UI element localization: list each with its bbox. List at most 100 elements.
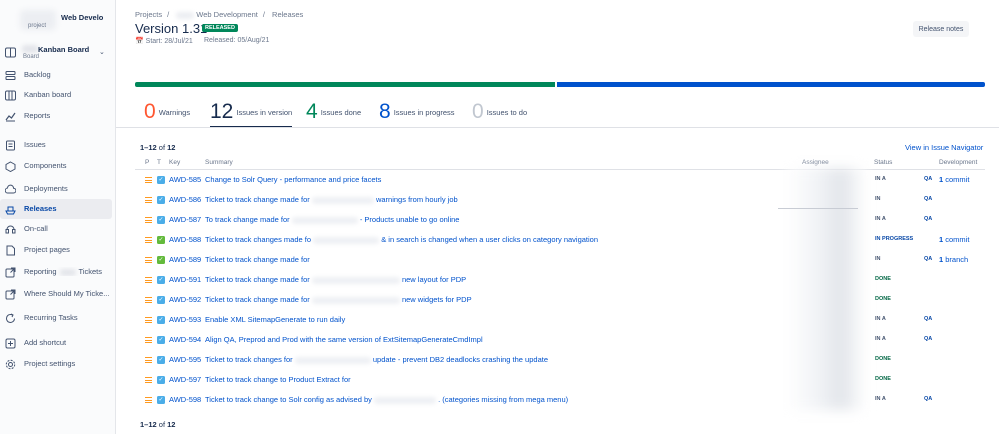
task-type-icon: ✓ bbox=[157, 316, 165, 324]
stat-warnings[interactable]: 0 Warnings bbox=[144, 100, 190, 128]
sidebar-item-label: Project settings bbox=[24, 359, 76, 368]
sidebar-item-label: Reporting Tickets bbox=[24, 267, 103, 276]
sidebar-item-issues[interactable]: Issues bbox=[0, 135, 112, 155]
project-avatar bbox=[176, 11, 195, 19]
issue-status-lozenge: DONE bbox=[875, 296, 891, 302]
issue-key-link[interactable]: AWD-592 bbox=[169, 295, 201, 304]
redacted-text bbox=[311, 296, 400, 304]
column-header-priority: P bbox=[145, 159, 150, 166]
priority-medium-icon bbox=[145, 197, 152, 203]
sidebar-item-where-should[interactable]: Where Should My Ticke... bbox=[0, 284, 112, 304]
release-date: Released: 05/Aug/21 bbox=[204, 37, 270, 44]
development-link[interactable]: 1 commit bbox=[939, 175, 969, 184]
issue-summary-link[interactable]: Change to Solr Query - performance and p… bbox=[205, 175, 381, 184]
task-type-icon: ✓ bbox=[157, 336, 165, 344]
task-type-icon: ✓ bbox=[157, 176, 165, 184]
sidebar-item-label: Recurring Tasks bbox=[24, 313, 78, 322]
sidebar-item-label: Releases bbox=[24, 204, 57, 213]
board-name-redacted bbox=[22, 45, 38, 53]
issue-key-link[interactable]: AWD-593 bbox=[169, 315, 201, 324]
issue-status-lozenge: IN bbox=[875, 256, 881, 262]
project-type: project bbox=[28, 23, 47, 29]
chevron-down-icon[interactable]: ⌄ bbox=[99, 48, 105, 56]
issue-summary-link[interactable]: Ticket to track change made for bbox=[205, 255, 310, 264]
sidebar-item-add-shortcut[interactable]: Add shortcut bbox=[0, 333, 112, 353]
issue-key-link[interactable]: AWD-594 bbox=[169, 335, 201, 344]
ship-icon bbox=[5, 206, 16, 215]
issue-summary-link[interactable]: Ticket to track change made for new widg… bbox=[205, 295, 472, 304]
sidebar-item-reports[interactable]: Reports bbox=[0, 106, 112, 126]
issue-key-link[interactable]: AWD-585 bbox=[169, 175, 201, 184]
sidebar-item-label: Reports bbox=[24, 111, 51, 120]
issue-key-link[interactable]: AWD-587 bbox=[169, 215, 201, 224]
components-icon bbox=[5, 161, 16, 172]
stat-issues-done[interactable]: 4 Issues done bbox=[306, 100, 361, 128]
issue-summary-link[interactable]: Ticket to track change made for new layo… bbox=[205, 275, 466, 284]
qa-label: QA bbox=[924, 396, 933, 402]
issue-summary-link[interactable]: Ticket to track change to Product Extrac… bbox=[205, 375, 351, 384]
stat-issues-to-do[interactable]: 0 Issues to do bbox=[472, 100, 527, 128]
issue-status-lozenge: IN A bbox=[875, 336, 886, 342]
release-page: Projects / Web Development / Releases Vers… bbox=[116, 0, 999, 434]
issues-icon bbox=[6, 140, 15, 151]
issue-summary-link[interactable]: To track change made for - Products unab… bbox=[205, 215, 459, 224]
issue-key-link[interactable]: AWD-597 bbox=[169, 375, 201, 384]
sidebar-item-kanban-board[interactable]: Kanban board bbox=[0, 85, 112, 105]
issue-summary-link[interactable]: Ticket to track change to Solr config as… bbox=[205, 395, 568, 404]
sidebar-item-project-pages[interactable]: Project pages bbox=[0, 240, 112, 260]
issue-key-link[interactable]: AWD-588 bbox=[169, 235, 201, 244]
priority-medium-icon bbox=[145, 357, 152, 363]
issue-summary-link[interactable]: Enable XML SitemapGenerate to run daily bbox=[205, 315, 345, 324]
column-header-type: T bbox=[157, 159, 161, 166]
qa-label: QA bbox=[924, 176, 933, 182]
page-title: Version 1.31 bbox=[135, 21, 208, 36]
project-header[interactable]: Web Develo project bbox=[0, 8, 116, 34]
calendar-icon: 📅 bbox=[135, 38, 146, 45]
story-type-icon: ✓ bbox=[157, 256, 165, 264]
issue-summary-link[interactable]: Ticket to track changes made fo & in sea… bbox=[205, 235, 598, 244]
sidebar-item-deployments[interactable]: Deployments bbox=[0, 179, 112, 199]
issue-summary-link[interactable]: Align QA, Preprod and Prod with the same… bbox=[205, 335, 483, 344]
task-type-icon: ✓ bbox=[157, 396, 165, 404]
gear-icon bbox=[5, 359, 16, 370]
stat-issues-in-progress[interactable]: 8 Issues in progress bbox=[379, 100, 455, 128]
issue-summary-link[interactable]: Ticket to track change made for warnings… bbox=[205, 195, 458, 204]
sidebar-item-label: On-call bbox=[24, 224, 48, 233]
release-notes-button[interactable]: Release notes bbox=[913, 21, 969, 37]
issue-key-link[interactable]: AWD-589 bbox=[169, 255, 201, 264]
task-type-icon: ✓ bbox=[157, 276, 165, 284]
sidebar-item-on-call[interactable]: On-call bbox=[0, 219, 112, 239]
priority-medium-icon bbox=[145, 337, 152, 343]
task-type-icon: ✓ bbox=[157, 296, 165, 304]
page-icon bbox=[6, 245, 15, 256]
recurring-icon bbox=[6, 313, 15, 323]
view-in-issue-navigator-link[interactable]: View in Issue Navigator bbox=[905, 143, 983, 152]
add-shortcut-icon bbox=[5, 338, 16, 349]
sidebar-item-reporting-tickets[interactable]: Reporting Tickets bbox=[0, 262, 112, 282]
board-switcher[interactable]: Kanban Board Board ⌄ bbox=[0, 43, 116, 63]
stat-issues-in-version[interactable]: 12 Issues in version bbox=[210, 100, 293, 128]
shortcut-icon bbox=[5, 289, 16, 300]
issue-summary-link[interactable]: Ticket to track changes for update - pre… bbox=[205, 355, 548, 364]
breadcrumb-releases[interactable]: Releases bbox=[272, 10, 303, 19]
sidebar-item-recurring-tasks[interactable]: Recurring Tasks bbox=[0, 308, 112, 328]
sidebar-item-releases[interactable]: Releases bbox=[0, 199, 112, 219]
development-link[interactable]: 1 branch bbox=[939, 255, 968, 264]
sidebar-item-backlog[interactable]: Backlog bbox=[0, 65, 112, 85]
issue-key-link[interactable]: AWD-598 bbox=[169, 395, 201, 404]
priority-medium-icon bbox=[145, 317, 152, 323]
sidebar-item-project-settings[interactable]: Project settings bbox=[0, 354, 112, 374]
breadcrumb-projects[interactable]: Projects bbox=[135, 10, 162, 19]
issue-count: 1–12 of 12 bbox=[140, 143, 176, 152]
sidebar-item-label: Deployments bbox=[24, 184, 68, 193]
issue-key-link[interactable]: AWD-586 bbox=[169, 195, 201, 204]
breadcrumb-project[interactable]: Web Development bbox=[196, 10, 258, 19]
priority-medium-icon bbox=[145, 237, 152, 243]
sidebar-item-components[interactable]: Components bbox=[0, 156, 112, 176]
development-link[interactable]: 1 commit bbox=[939, 235, 969, 244]
redacted-text bbox=[373, 396, 436, 404]
issue-key-link[interactable]: AWD-595 bbox=[169, 355, 201, 364]
column-header-status: Status bbox=[874, 159, 893, 166]
sidebar-item-label: Backlog bbox=[24, 70, 51, 79]
issue-key-link[interactable]: AWD-591 bbox=[169, 275, 201, 284]
